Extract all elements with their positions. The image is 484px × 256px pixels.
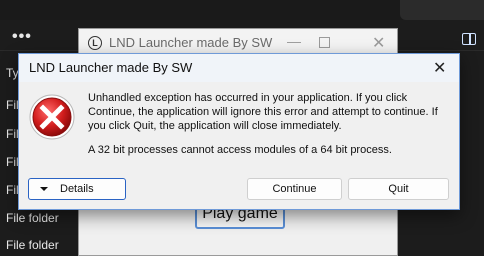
file-type-label: File folder [6, 211, 59, 225]
error-detail: A 32 bit processes cannot access modules… [88, 144, 392, 156]
close-icon[interactable]: ✕ [372, 33, 385, 53]
minimize-icon[interactable]: — [287, 33, 301, 49]
ellipsis-icon[interactable]: ••• [12, 28, 32, 46]
details-pane-icon[interactable] [462, 33, 476, 45]
dialog-close-icon[interactable]: ✕ [433, 58, 446, 78]
launcher-title: LND Launcher made By SW [109, 35, 273, 50]
file-type-label: File folder [6, 238, 59, 252]
details-button[interactable]: Details [28, 178, 126, 200]
chevron-down-icon [40, 187, 48, 191]
dialog-title: LND Launcher made By SW [29, 60, 193, 75]
continue-button[interactable]: Continue [247, 178, 342, 200]
maximize-icon[interactable] [319, 37, 330, 48]
details-label: Details [60, 183, 94, 195]
dialog-titlebar: LND Launcher made By SW ✕ [19, 54, 459, 82]
error-icon [29, 94, 75, 140]
error-message: Unhandled exception has occurred in your… [88, 92, 438, 132]
launcher-logo-icon: L [88, 36, 102, 50]
explorer-toolbar-box [400, 0, 484, 20]
file-type-label: Ty [6, 66, 19, 80]
error-dialog: LND Launcher made By SW ✕ Unhandled exce… [18, 53, 460, 210]
quit-button[interactable]: Quit [348, 178, 449, 200]
